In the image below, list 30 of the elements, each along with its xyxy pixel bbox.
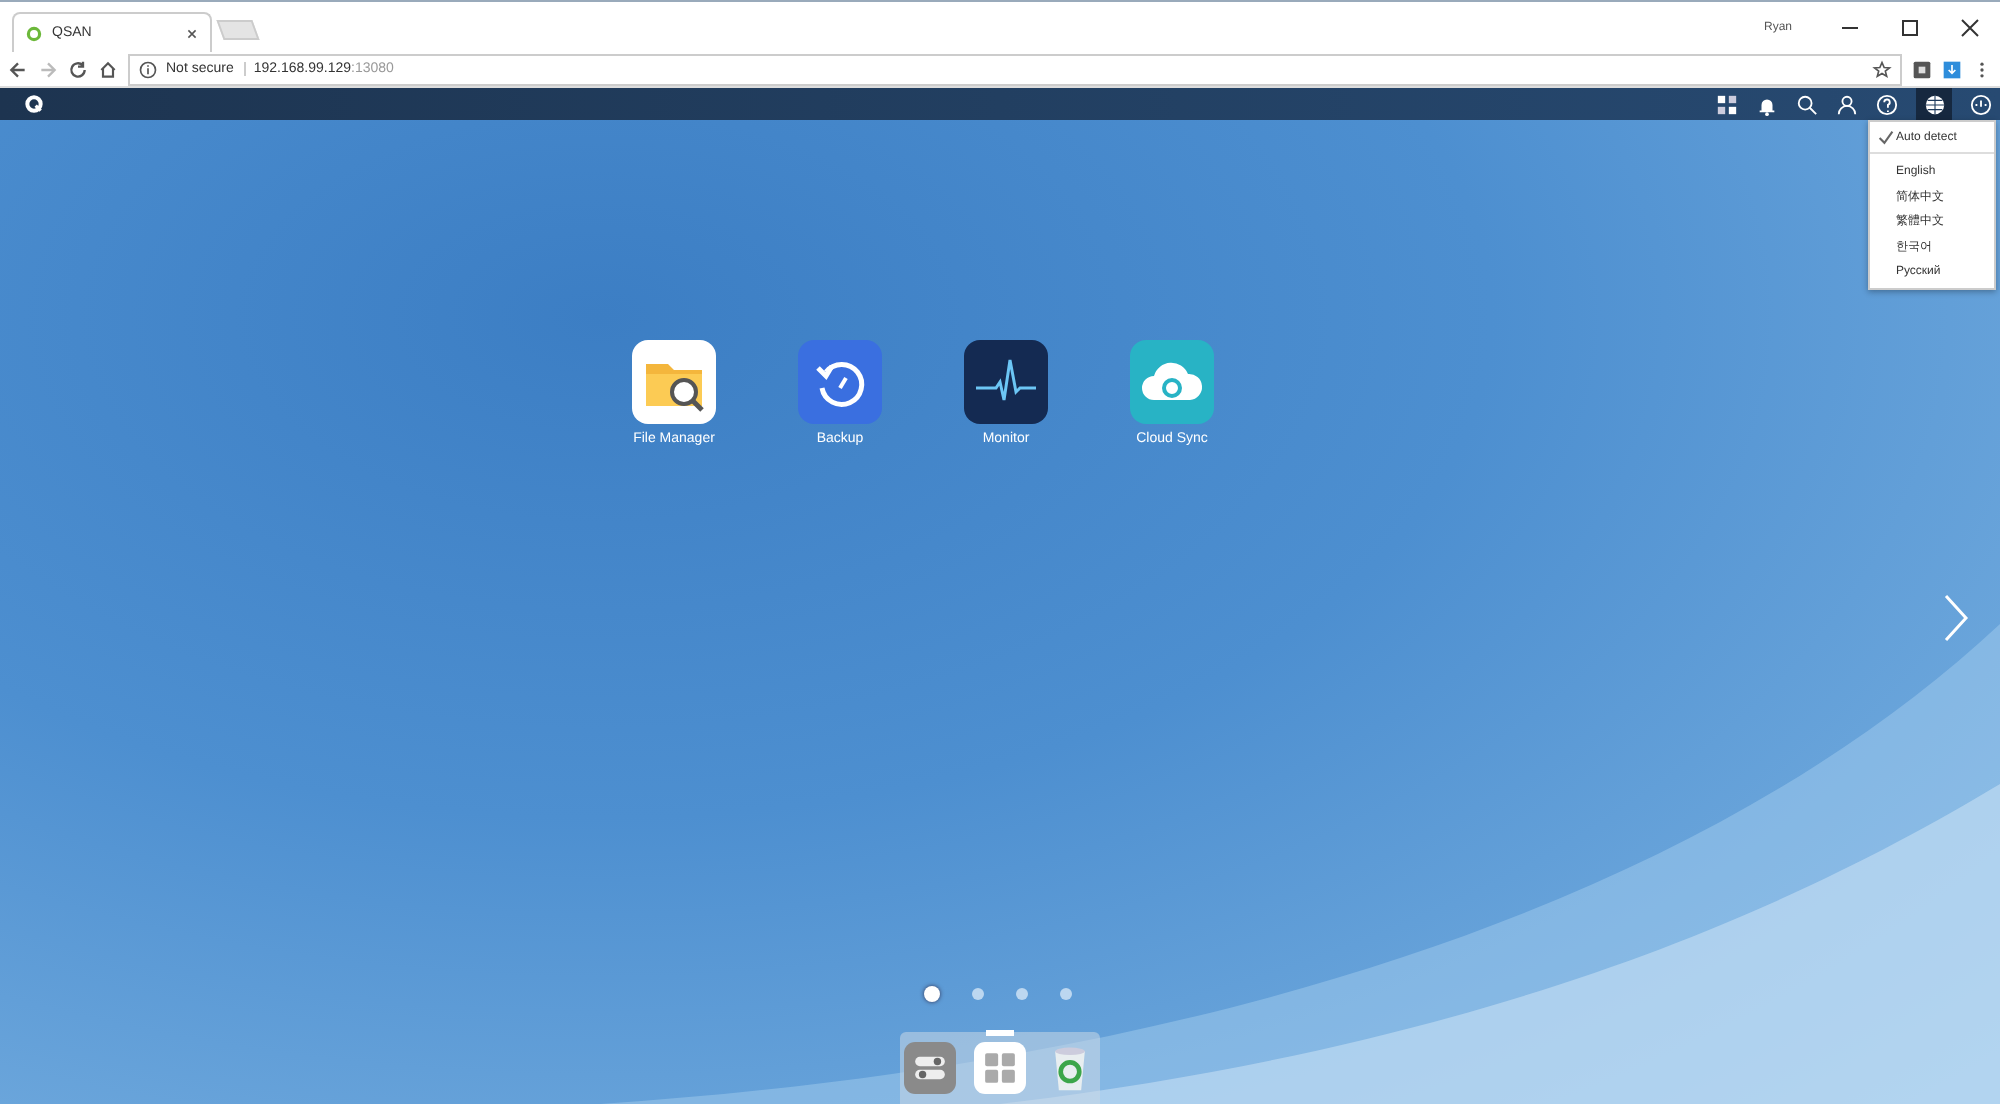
files-app-icon[interactable] xyxy=(632,340,716,424)
home-icon[interactable] xyxy=(98,59,118,79)
monitor-app-icon[interactable] xyxy=(964,340,1048,424)
checkmark-icon xyxy=(1878,130,1894,147)
language-button[interactable] xyxy=(1916,88,1952,120)
back-arrow-icon[interactable] xyxy=(8,59,28,79)
extension-icon[interactable] xyxy=(1912,59,1932,79)
page-dot[interactable] xyxy=(972,988,984,1000)
storage-settings-icon[interactable] xyxy=(904,1042,956,1094)
tab-close-icon[interactable] xyxy=(186,27,198,39)
page-dot[interactable] xyxy=(1016,988,1028,1000)
page-dot[interactable] xyxy=(1060,988,1072,1000)
globe-icon xyxy=(1923,93,1945,115)
tab-favicon-icon xyxy=(26,25,42,41)
page-dot[interactable] xyxy=(924,986,940,1002)
close-icon[interactable] xyxy=(1960,17,1980,37)
help-icon[interactable] xyxy=(1876,93,1898,115)
user-icon[interactable] xyxy=(1836,93,1858,115)
download-extension-icon[interactable] xyxy=(1942,59,1962,79)
search-icon[interactable] xyxy=(1796,93,1818,115)
backup-app-icon[interactable] xyxy=(798,340,882,424)
dock-handle[interactable] xyxy=(986,1030,1014,1036)
info-icon xyxy=(138,59,158,79)
cloud-app-icon[interactable] xyxy=(1130,340,1214,424)
grid-icon[interactable] xyxy=(1716,93,1738,115)
star-icon[interactable] xyxy=(1872,59,1892,79)
maximize-icon[interactable] xyxy=(1900,17,1920,37)
reload-icon[interactable] xyxy=(68,59,88,79)
logo-icon[interactable] xyxy=(24,94,44,114)
gauge-icon[interactable] xyxy=(1970,93,1992,115)
